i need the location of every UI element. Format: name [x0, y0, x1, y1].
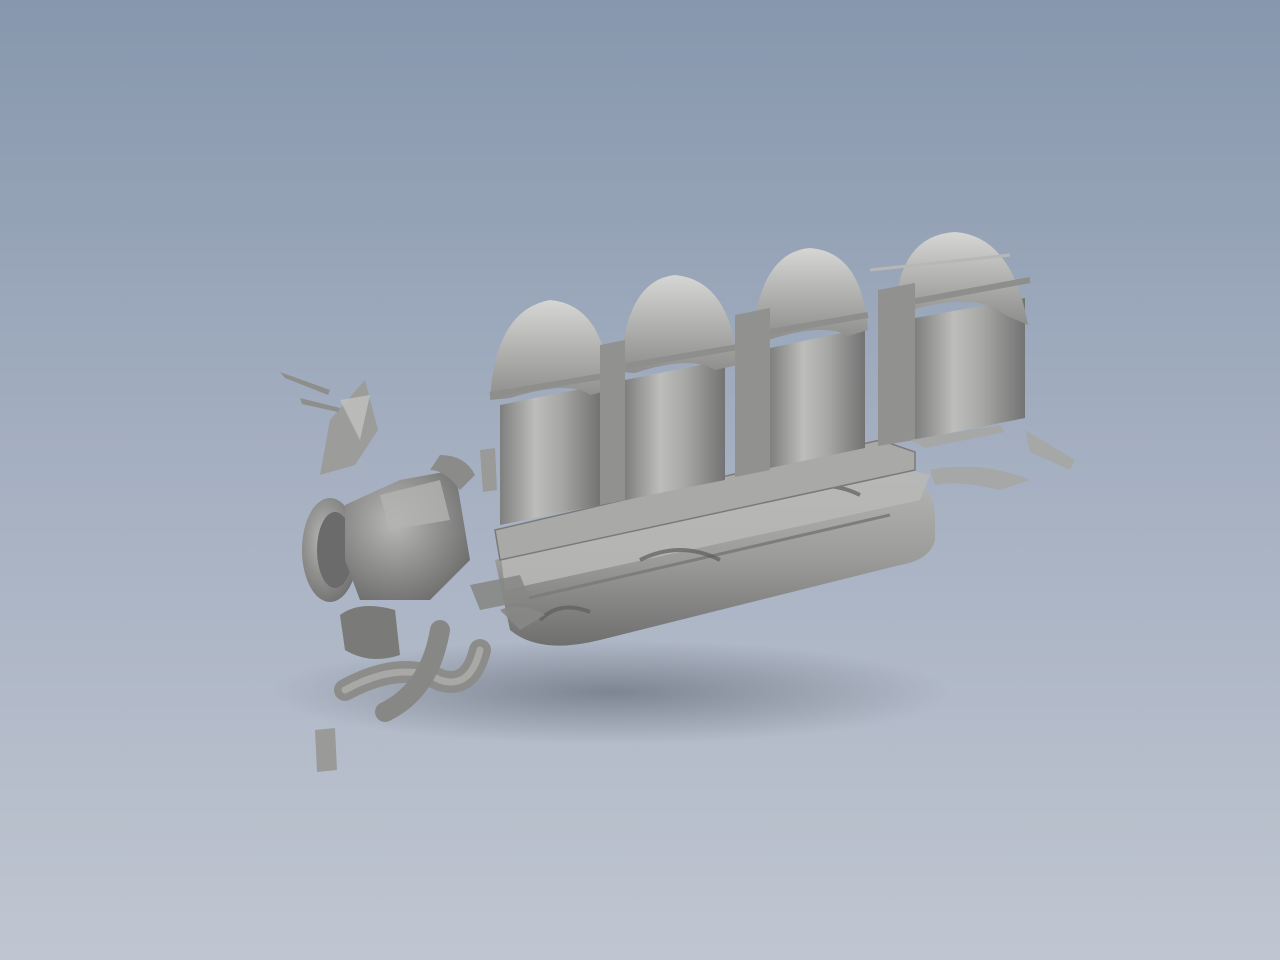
sensor-bracket[interactable]	[320, 380, 378, 475]
model-scene[interactable]	[0, 0, 1280, 960]
scan-fragment	[315, 728, 337, 772]
idle-valve[interactable]	[340, 606, 400, 659]
3d-viewport[interactable]	[0, 0, 1280, 960]
scan-fragment	[280, 372, 340, 412]
intake-runner-1[interactable]	[489, 300, 611, 525]
intake-runner-2[interactable]	[619, 275, 739, 500]
